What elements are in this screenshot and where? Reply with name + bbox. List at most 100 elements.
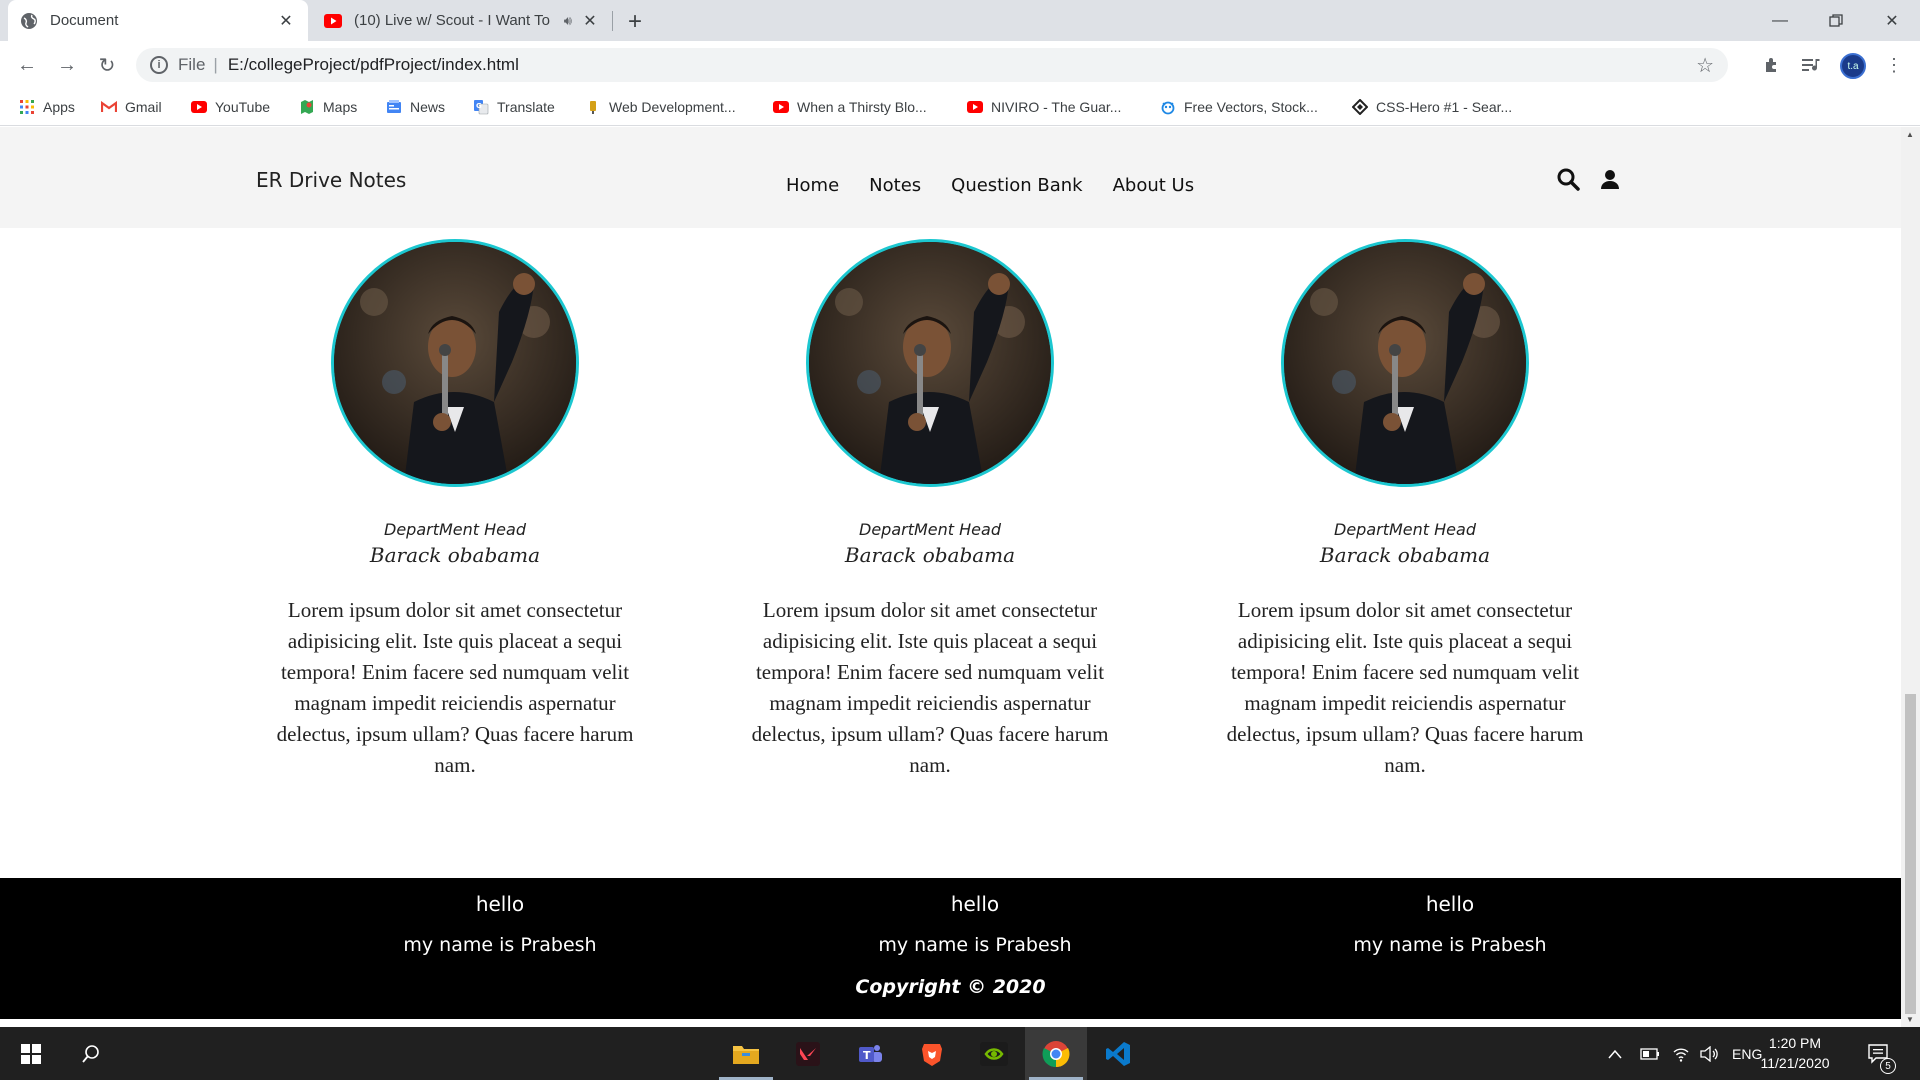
bookmark-label: NIVIRO - The Guar...	[991, 99, 1122, 115]
battery-icon[interactable]	[1640, 1027, 1660, 1080]
bookmark-label: Free Vectors, Stock...	[1184, 99, 1318, 115]
forward-button[interactable]: →	[52, 50, 82, 80]
user-icon[interactable]	[1598, 167, 1624, 193]
action-center-button[interactable]: 5	[1868, 1027, 1896, 1080]
footer-column: hello my name is Prabesh	[775, 892, 1175, 956]
footer-heading: hello	[1425, 892, 1475, 916]
nav-question-bank[interactable]: Question Bank	[951, 175, 1082, 196]
media-control-icon[interactable]	[1798, 51, 1826, 79]
portrait-image	[806, 239, 1054, 487]
teams-button[interactable]: T	[839, 1027, 901, 1080]
browser-toolbar: ← → ↻ i File | E:/collegeProject/pdfProj…	[0, 41, 1920, 88]
member-role: DepartMent Head	[859, 520, 1001, 539]
tab-title: (10) Live w/ Scout - I Want To	[354, 12, 550, 29]
new-tab-button[interactable]: +	[621, 8, 649, 36]
brave-button[interactable]	[901, 1027, 963, 1080]
clock-time: 1:20 PM	[1768, 1035, 1822, 1051]
wifi-icon[interactable]	[1672, 1027, 1690, 1080]
back-button[interactable]: ←	[12, 50, 42, 80]
vertical-scrollbar[interactable]: ▲ ▼	[1901, 127, 1920, 1027]
restore-icon	[1829, 13, 1843, 27]
footer-text: my name is Prabesh	[878, 934, 1072, 956]
team-card: DepartMent Head Barack obabama Lorem ips…	[1200, 239, 1610, 781]
bookmark-label: YouTube	[215, 99, 271, 115]
volume-icon[interactable]	[1700, 1027, 1718, 1080]
scroll-down-arrow-icon[interactable]: ▼	[1906, 1015, 1914, 1024]
bookmark-web-development[interactable]: Web Development...	[585, 96, 736, 118]
member-bio: Lorem ipsum dolor sit amet consectetur a…	[751, 598, 1109, 777]
close-window-button[interactable]: ✕	[1864, 0, 1920, 41]
tab-separator	[612, 11, 613, 31]
minimize-button[interactable]: —	[1752, 0, 1808, 41]
scroll-up-arrow-icon[interactable]: ▲	[1906, 130, 1914, 139]
address-bar[interactable]: i File | E:/collegeProject/pdfProject/in…	[136, 48, 1728, 82]
tab-youtube[interactable]: (10) Live w/ Scout - I Want To 🔊︎ ✕	[312, 0, 612, 41]
nvidia-button[interactable]	[963, 1027, 1025, 1080]
search-button[interactable]	[60, 1027, 122, 1080]
portrait-image	[331, 239, 579, 487]
file-explorer-button[interactable]	[715, 1027, 777, 1080]
tab-document[interactable]: Document ✕	[8, 0, 308, 41]
site-header: ER Drive Notes Home Notes Question Bank …	[0, 127, 1901, 228]
clock[interactable]: 1:20 PM 11/21/2020	[1752, 1033, 1838, 1073]
maps-icon	[299, 99, 315, 115]
bookmark-maps[interactable]: Maps	[299, 96, 357, 118]
footer-text: my name is Prabesh	[1353, 934, 1547, 956]
windows-logo-icon	[21, 1043, 41, 1064]
tab-title: Document	[50, 12, 119, 29]
bookmark-youtube[interactable]: YouTube	[191, 96, 270, 118]
bookmark-label: Translate	[497, 99, 555, 115]
svg-text:T: T	[863, 1049, 871, 1062]
footer-heading: hello	[475, 892, 525, 916]
bookmark-gmail[interactable]: Gmail	[101, 96, 162, 118]
nav-about-us[interactable]: About Us	[1113, 175, 1195, 196]
profile-avatar[interactable]: t.a	[1840, 53, 1866, 79]
valorant-icon	[796, 1041, 820, 1066]
bookmarks-bar: Apps Gmail YouTube Maps News G Translate	[0, 88, 1920, 126]
bookmark-free-vectors[interactable]: Free Vectors, Stock...	[1160, 96, 1318, 118]
bookmark-css-hero[interactable]: CSS-Hero #1 - Sear...	[1352, 96, 1512, 118]
apps-grid-icon	[19, 99, 35, 115]
site-brand[interactable]: ER Drive Notes	[256, 168, 406, 192]
site-info-icon[interactable]: i	[150, 56, 168, 74]
start-button[interactable]	[0, 1027, 62, 1080]
browser-tab-strip: Document ✕ (10) Live w/ Scout - I Want T…	[0, 0, 1920, 41]
csshero-icon	[1352, 99, 1368, 115]
notification-count: 5	[1880, 1058, 1896, 1074]
member-role: DepartMent Head	[1334, 520, 1476, 539]
extensions-icon[interactable]	[1758, 51, 1786, 79]
bookmark-star-icon[interactable]: ☆	[1696, 53, 1714, 78]
youtube-icon	[967, 99, 983, 115]
restore-button[interactable]	[1808, 0, 1864, 41]
youtube-icon	[191, 99, 207, 115]
nav-home[interactable]: Home	[786, 175, 839, 196]
vscode-button[interactable]	[1087, 1027, 1149, 1080]
member-name: Barack obabama	[844, 543, 1016, 567]
bookmark-apps[interactable]: Apps	[19, 96, 75, 118]
close-tab-icon[interactable]: ✕	[580, 11, 600, 31]
show-hidden-icons-button[interactable]	[1608, 1027, 1622, 1080]
chrome-button[interactable]	[1025, 1027, 1087, 1080]
speaker-icon[interactable]: 🔊︎	[564, 13, 572, 29]
close-tab-icon[interactable]: ✕	[276, 11, 296, 31]
member-name: Barack obabama	[1319, 543, 1491, 567]
url-text[interactable]: E:/collegeProject/pdfProject/index.html	[228, 55, 519, 75]
bookmark-label: Web Development...	[609, 99, 736, 115]
menu-kebab-icon[interactable]: ⋮	[1880, 51, 1908, 79]
valorant-button[interactable]	[777, 1027, 839, 1080]
url-divider: |	[213, 55, 218, 74]
reload-button[interactable]: ↻	[92, 50, 122, 80]
search-icon[interactable]	[1556, 167, 1582, 193]
news-icon	[386, 99, 402, 115]
bookmark-niviro[interactable]: NIVIRO - The Guar...	[967, 96, 1121, 118]
bookmark-news[interactable]: News	[386, 96, 445, 118]
url-scheme: File	[178, 55, 206, 74]
windows-taskbar: T ENG 1:20 PM 11/21/2020 5	[0, 1027, 1920, 1080]
nav-notes[interactable]: Notes	[869, 175, 921, 196]
bookmark-translate[interactable]: G Translate	[473, 96, 555, 118]
bookmark-label: Apps	[43, 99, 75, 115]
scrollbar-thumb[interactable]	[1905, 694, 1916, 1014]
bookmark-label: Maps	[323, 99, 358, 115]
bookmark-thirsty-blo[interactable]: When a Thirsty Blo...	[773, 96, 927, 118]
site-nav: Home Notes Question Bank About Us	[786, 175, 1194, 196]
